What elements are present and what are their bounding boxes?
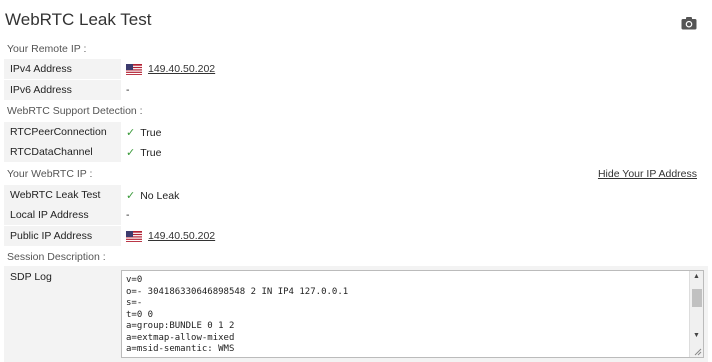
- sdp-scrollbar[interactable]: ▲ ▼: [689, 271, 703, 357]
- support-section-label: WebRTC Support Detection :: [7, 105, 143, 117]
- local-ip-label: Local IP Address: [10, 209, 89, 221]
- ipv4-address-link[interactable]: 149.40.50.202: [148, 63, 215, 75]
- sdp-log-row: SDP Log v=0 o=- 304186330646898548 2 IN I…: [4, 266, 708, 362]
- scroll-down-icon[interactable]: ▼: [693, 332, 700, 339]
- rtc-peer-row: RTCPeerConnection ✓ True: [4, 122, 708, 142]
- leak-test-value: No Leak: [140, 189, 180, 202]
- rtc-peer-label: RTCPeerConnection: [10, 126, 107, 138]
- sdp-line: a=group:BUNDLE 0 1 2: [126, 321, 235, 331]
- sdp-line: s=-: [126, 298, 143, 308]
- ipv4-label: IPv4 Address: [10, 63, 72, 75]
- webrtc-ip-section-label: Your WebRTC IP :: [7, 168, 93, 180]
- ipv4-row: IPv4 Address 149.40.50.202: [4, 59, 708, 79]
- us-flag-icon: [126, 63, 142, 75]
- public-ip-row: Public IP Address 149.40.50.202: [4, 226, 708, 246]
- hide-ip-link[interactable]: Hide Your IP Address: [598, 168, 697, 180]
- sdp-log-textarea[interactable]: v=0 o=- 304186330646898548 2 IN IP4 127.0…: [121, 270, 704, 358]
- local-ip-row: Local IP Address -: [4, 205, 708, 225]
- scroll-thumb[interactable]: [692, 289, 702, 307]
- ipv6-row: IPv6 Address -: [4, 80, 708, 100]
- session-section-label: Session Description :: [7, 251, 106, 263]
- public-ip-label: Public IP Address: [10, 230, 93, 242]
- sdp-line: a=extmap-allow-mixed: [126, 332, 235, 343]
- sdp-line: o=- 304186330646898548 2 IN IP4 127.0.0.…: [126, 286, 349, 297]
- camera-icon[interactable]: [681, 16, 697, 30]
- checkmark-icon: ✓: [126, 127, 136, 139]
- remote-ip-section-label: Your Remote IP :: [7, 43, 87, 55]
- sdp-log-content: v=0 o=- 304186330646898548 2 IN IP4 127.0…: [126, 275, 348, 356]
- rtc-channel-row: RTCDataChannel ✓ True: [4, 142, 708, 162]
- leak-test-label: WebRTC Leak Test: [10, 189, 101, 201]
- sdp-log-label: SDP Log: [10, 271, 52, 283]
- resize-handle-icon[interactable]: [692, 346, 702, 356]
- rtc-channel-label: RTCDataChannel: [10, 146, 93, 158]
- ipv6-value: -: [126, 84, 130, 96]
- scroll-up-icon[interactable]: ▲: [693, 273, 700, 280]
- header: WebRTC Leak Test: [0, 0, 712, 40]
- checkmark-icon: ✓: [126, 147, 136, 159]
- page-title: WebRTC Leak Test: [5, 10, 152, 29]
- leak-test-row: WebRTC Leak Test ✓ No Leak: [4, 185, 708, 205]
- rtc-channel-value: True: [140, 146, 162, 159]
- rtc-peer-value: True: [140, 126, 162, 139]
- local-ip-value: -: [126, 209, 130, 221]
- sdp-line: v=0: [126, 275, 143, 285]
- sdp-line: t=0 0: [126, 309, 154, 320]
- us-flag-icon: [126, 230, 142, 242]
- public-ip-address-link[interactable]: 149.40.50.202: [148, 230, 215, 242]
- sdp-line: a=msid-semantic: WMS: [126, 344, 235, 354]
- ipv6-label: IPv6 Address: [10, 84, 72, 96]
- checkmark-icon: ✓: [126, 190, 136, 202]
